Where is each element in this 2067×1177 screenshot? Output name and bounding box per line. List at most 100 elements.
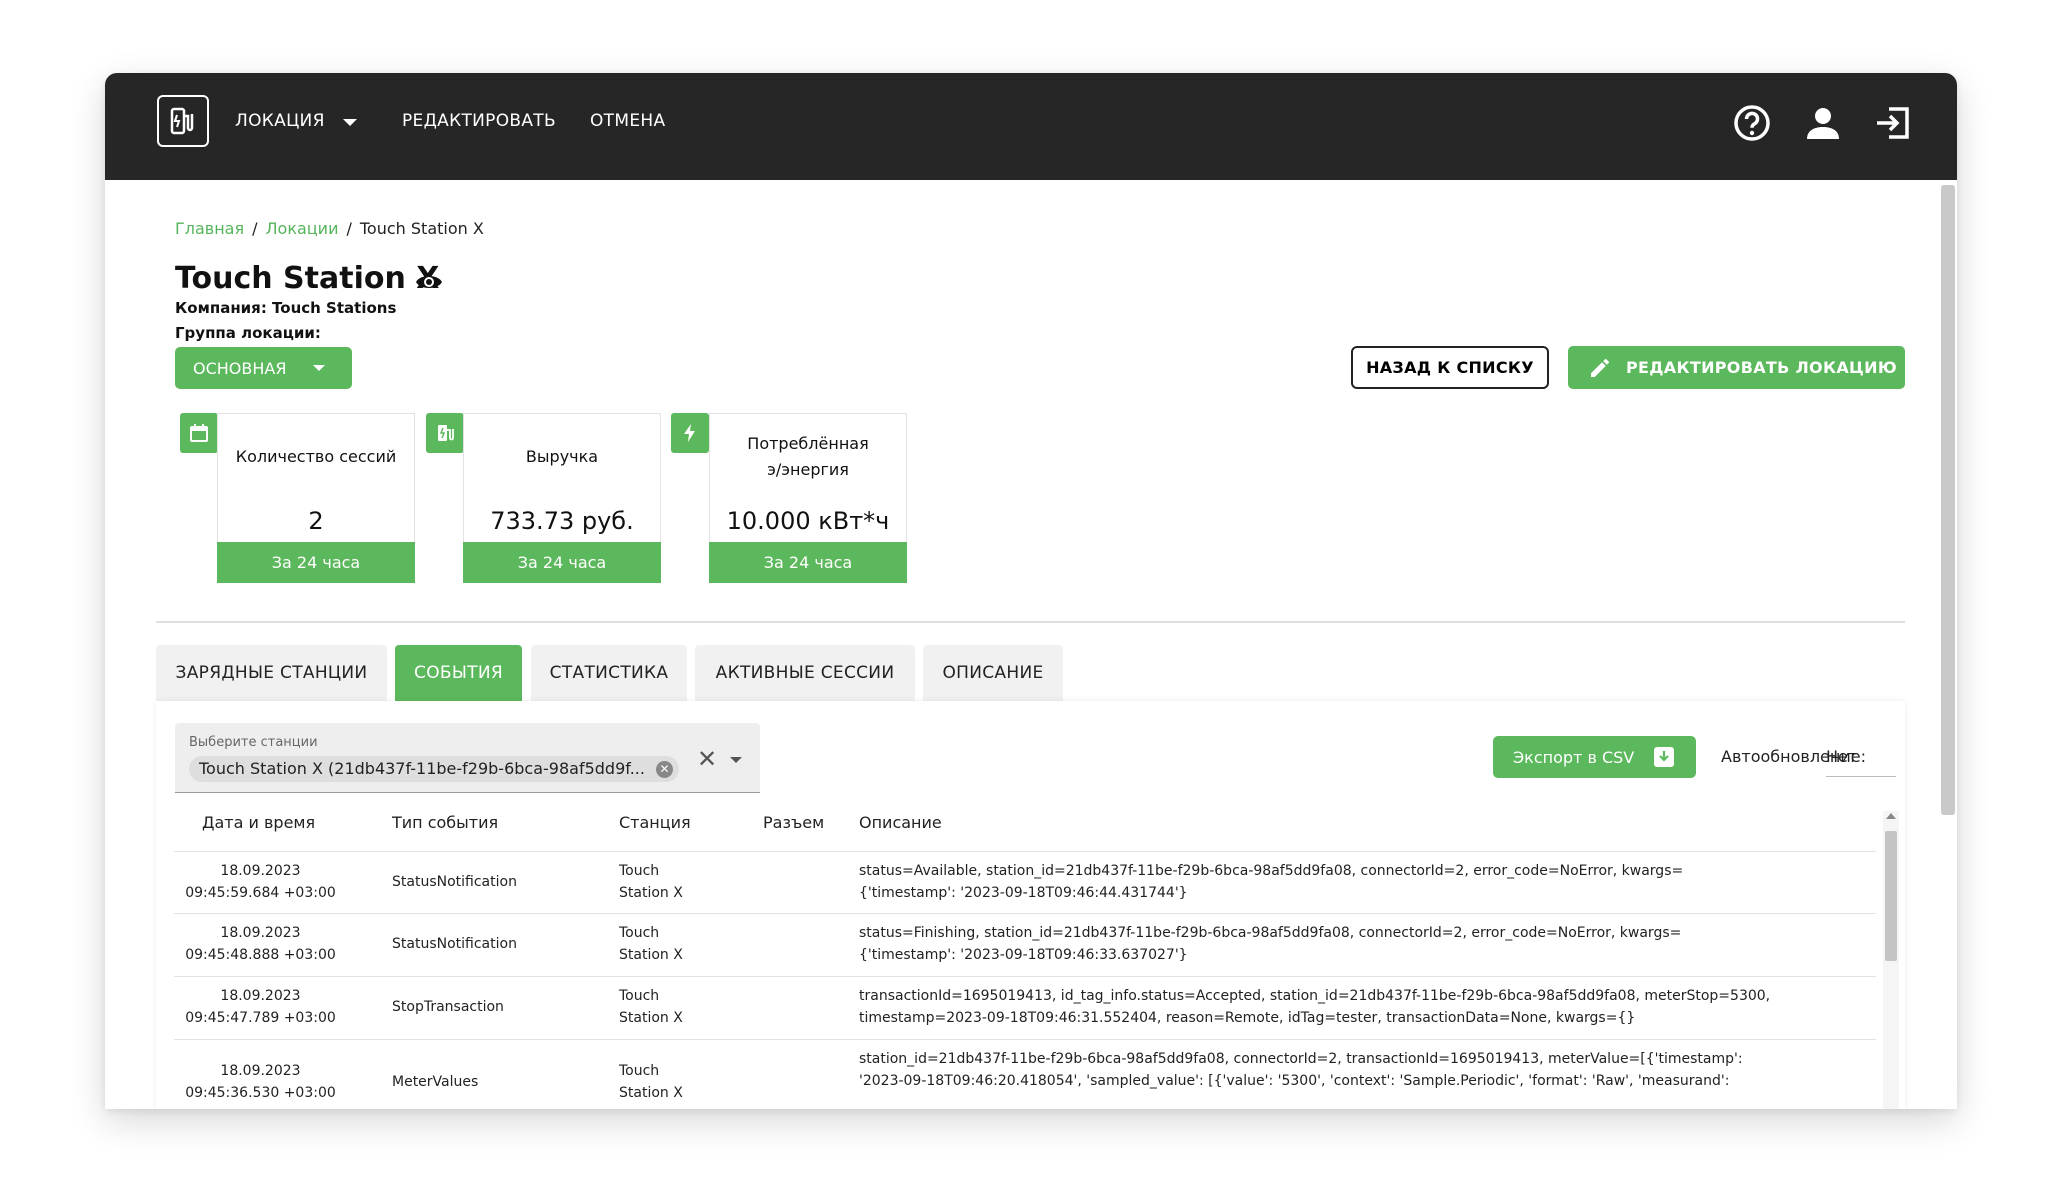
column-header[interactable]: Описание xyxy=(859,813,942,832)
cell-station-line: Touch xyxy=(619,988,660,1004)
charger-logo-icon xyxy=(170,107,194,135)
chevron-down-icon xyxy=(313,365,325,371)
cell-datetime: 18.09.2023 09:45:47.789 +03:00 xyxy=(174,985,347,1029)
help-icon[interactable] xyxy=(1732,103,1772,143)
cell-description: station_id=21db437f-11be-f29b-6bca-98af5… xyxy=(859,1048,1859,1092)
group-label: Группа локации: xyxy=(175,324,321,342)
breadcrumb-home[interactable]: Главная xyxy=(175,219,244,238)
cell-description-line: station_id=21db437f-11be-f29b-6bca-98af5… xyxy=(859,1051,1743,1067)
breadcrumb-locations[interactable]: Локации xyxy=(266,219,339,238)
cell-station-line: Station X xyxy=(619,1085,683,1101)
table-scrollbar[interactable] xyxy=(1883,811,1899,1109)
card-period: За 24 часа xyxy=(463,542,661,583)
tab-active-sessions[interactable]: АКТИВНЫЕ СЕССИИ xyxy=(695,645,915,701)
breadcrumb-current: Touch Station X xyxy=(359,219,484,238)
bolt-icon xyxy=(671,413,709,453)
cell-datetime: 18.09.2023 09:45:48.888 +03:00 xyxy=(174,922,347,966)
column-header[interactable]: Разъем xyxy=(763,813,824,832)
cell-time: 09:45:47.789 +03:00 xyxy=(185,1010,336,1026)
edit-location-label: РЕДАКТИРОВАТЬ ЛОКАЦИЮ xyxy=(1626,358,1897,377)
cell-station: Touch Station X xyxy=(619,860,683,904)
card-period: За 24 часа xyxy=(217,542,415,583)
scrollbar-thumb[interactable] xyxy=(1885,831,1897,961)
chip-label: Touch Station X (21db437f-11be-f29b-6bca… xyxy=(199,759,645,778)
cell-date: 18.09.2023 xyxy=(220,1063,301,1079)
top-navbar: ЛОКАЦИЯ РЕДАКТИРОВАТЬ ОТМЕНА xyxy=(105,73,1957,180)
back-to-list-button[interactable]: НАЗАД К СПИСКУ xyxy=(1351,346,1549,389)
table-row[interactable]: 18.09.2023 09:45:48.888 +03:00 StatusNoti… xyxy=(174,913,1876,976)
tab-statistics[interactable]: СТАТИСТИКА xyxy=(531,645,687,701)
location-group-dropdown[interactable]: ОСНОВНАЯ xyxy=(175,347,352,389)
cell-station-line: Station X xyxy=(619,947,683,963)
cell-event-type: StopTransaction xyxy=(392,999,504,1015)
card-value: 2 xyxy=(308,507,324,535)
divider xyxy=(156,621,1905,623)
column-header[interactable]: Дата и время xyxy=(202,813,315,832)
cell-station-line: Touch xyxy=(619,925,660,941)
scroll-up-icon[interactable] xyxy=(1886,813,1896,819)
table-header: Дата и время Тип события Станция Разъем … xyxy=(156,791,1876,851)
location-group-value: ОСНОВНАЯ xyxy=(193,358,287,378)
chevron-down-icon[interactable] xyxy=(730,757,742,763)
table-row[interactable]: 18.09.2023 09:45:36.530 +03:00 MeterValue… xyxy=(174,1039,1876,1109)
breadcrumb: Главная / Локации / Touch Station X xyxy=(175,219,484,238)
cell-description-line: status=Available, station_id=21db437f-11… xyxy=(859,863,1684,879)
table-row[interactable]: 18.09.2023 09:45:47.789 +03:00 StopTransa… xyxy=(174,976,1876,1039)
cell-station: Touch Station X xyxy=(619,922,683,966)
nav-cancel[interactable]: ОТМЕНА xyxy=(590,111,665,131)
clear-icon[interactable]: ✕ xyxy=(697,745,717,773)
card-title-line: Потреблённая xyxy=(747,434,869,453)
table-row[interactable]: 18.09.2023 09:45:59.684 +03:00 StatusNoti… xyxy=(174,851,1876,913)
station-icon xyxy=(426,413,464,453)
cell-station: Touch Station X xyxy=(619,1060,683,1104)
events-panel: Выберите станции Touch Station X (21db43… xyxy=(156,701,1905,1109)
cell-description-line: transactionId=1695019413, id_tag_info.st… xyxy=(859,988,1771,1004)
cell-time: 09:45:48.888 +03:00 xyxy=(185,947,336,963)
edit-location-button[interactable]: РЕДАКТИРОВАТЬ ЛОКАЦИЮ xyxy=(1568,346,1905,389)
eye-icon[interactable] xyxy=(415,271,443,293)
export-csv-label: Экспорт в CSV xyxy=(1513,747,1635,767)
column-header[interactable]: Тип события xyxy=(392,813,498,832)
selected-station-chip: Touch Station X (21db437f-11be-f29b-6bca… xyxy=(189,756,679,782)
cell-description: status=Finishing, station_id=21db437f-11… xyxy=(859,922,1859,966)
cell-description-line: '2023-09-18T09:46:20.418054', 'sampled_v… xyxy=(859,1073,1730,1089)
pencil-icon xyxy=(1591,359,1609,377)
cell-station-line: Touch xyxy=(619,1063,660,1079)
cell-date: 18.09.2023 xyxy=(220,988,301,1004)
column-header[interactable]: Станция xyxy=(619,813,691,832)
cell-description-line: status=Finishing, station_id=21db437f-11… xyxy=(859,925,1682,941)
remove-chip-icon[interactable]: ✕ xyxy=(655,761,673,778)
export-csv-button[interactable]: Экспорт в CSV xyxy=(1493,736,1696,778)
page-scrollbar[interactable] xyxy=(1941,185,1955,815)
cell-description: status=Available, station_id=21db437f-11… xyxy=(859,860,1859,904)
tab-events[interactable]: СОБЫТИЯ xyxy=(395,645,522,701)
cell-date: 18.09.2023 xyxy=(220,925,301,941)
logout-icon[interactable] xyxy=(1873,103,1913,143)
cell-datetime: 18.09.2023 09:45:59.684 +03:00 xyxy=(174,860,347,904)
auto-refresh-select[interactable]: Нет xyxy=(1826,747,1896,777)
nav-location[interactable]: ЛОКАЦИЯ xyxy=(235,111,325,131)
station-select-label: Выберите станции xyxy=(189,735,318,750)
tab-description[interactable]: ОПИСАНИЕ xyxy=(923,645,1063,701)
cell-event-type: StatusNotification xyxy=(392,874,517,890)
card-value: 10.000 кВт*ч xyxy=(726,507,890,535)
card-title: Выручка xyxy=(525,447,599,466)
user-icon[interactable] xyxy=(1803,103,1843,143)
tab-charging-stations[interactable]: ЗАРЯДНЫЕ СТАНЦИИ xyxy=(156,645,387,701)
calendar-icon xyxy=(180,413,218,453)
cell-station-line: Station X xyxy=(619,1010,683,1026)
card-title-line: э/энергия xyxy=(767,460,849,479)
station-select[interactable]: Выберите станции Touch Station X (21db43… xyxy=(175,723,760,793)
cell-event-type: MeterValues xyxy=(392,1074,479,1090)
energy-card: Потреблённая э/энергия 10.000 кВт*ч За 2… xyxy=(709,413,907,583)
cell-station: Touch Station X xyxy=(619,985,683,1029)
chevron-down-icon[interactable] xyxy=(343,119,357,126)
revenue-card: Выручка 733.73 руб. За 24 часа xyxy=(463,413,661,583)
cell-description-line: {'timestamp': '2023-09-18T09:46:33.63702… xyxy=(859,947,1188,963)
nav-edit[interactable]: РЕДАКТИРОВАТЬ xyxy=(402,111,556,131)
app-logo[interactable] xyxy=(157,95,209,147)
company-name: Компания: Touch Stations xyxy=(175,299,397,317)
card-title: Количество сессий xyxy=(235,447,397,466)
cell-description-line: {'timestamp': '2023-09-18T09:46:44.43174… xyxy=(859,885,1188,901)
cell-description-line: timestamp=2023-09-18T09:46:31.552404, re… xyxy=(859,1010,1636,1026)
